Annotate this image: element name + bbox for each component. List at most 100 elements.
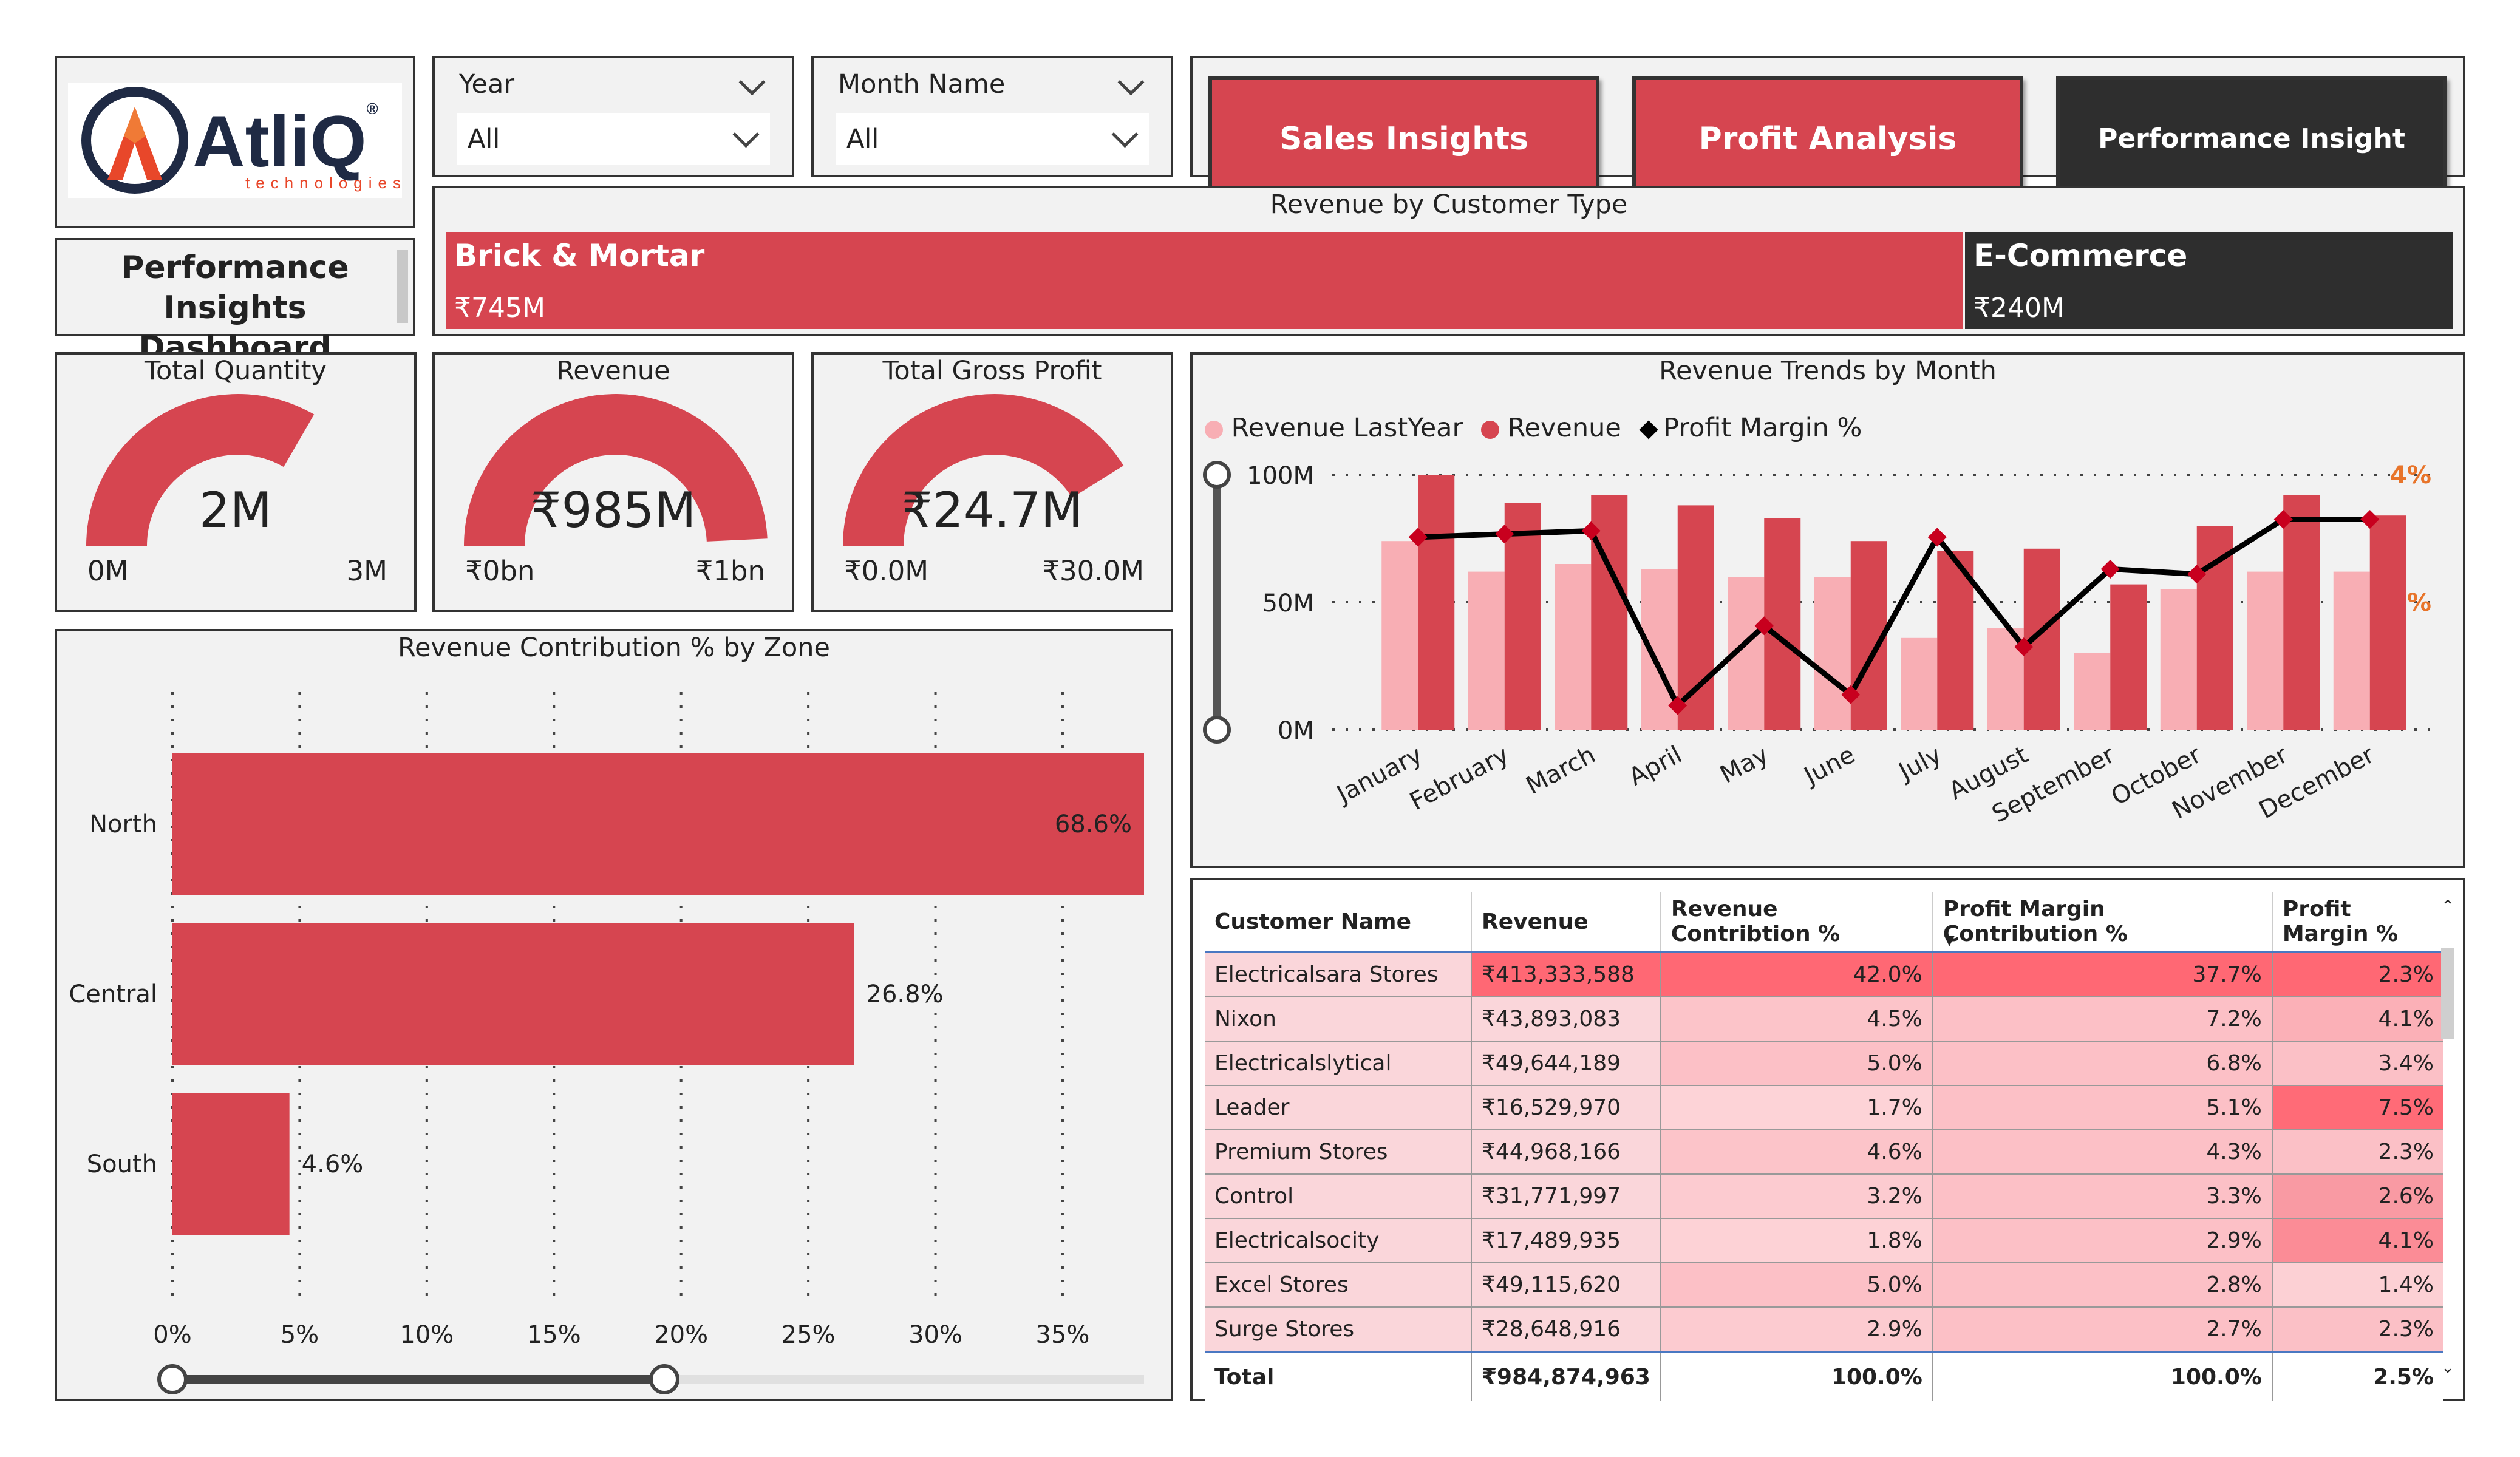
year-dropdown-value: All xyxy=(468,124,500,154)
customer-name-cell: Nixon xyxy=(1205,997,1472,1042)
chevron-down-icon[interactable] xyxy=(1111,121,1139,148)
x-tick-label: June xyxy=(1798,741,1859,791)
profit-analysis-button[interactable]: Profit Analysis xyxy=(1632,76,2023,202)
profit-margin-contribution-cell: 2.7% xyxy=(1932,1307,2273,1353)
month-dropdown[interactable]: All xyxy=(836,113,1149,165)
title-scrollbar[interactable] xyxy=(397,250,408,323)
profit-margin-contribution-cell: 4.3% xyxy=(1932,1130,2273,1175)
x-tick-label: 30% xyxy=(908,1321,962,1349)
customer-table-panel: Customer Name Revenue Revenue Contribtio… xyxy=(1190,878,2465,1401)
total-profit-margin-contribution: 100.0% xyxy=(1932,1351,2273,1401)
x-tick-label: 10% xyxy=(400,1321,454,1349)
zone-bar xyxy=(172,1093,290,1235)
quantity-kpi: Total Quantity 2M 0M 3M xyxy=(55,352,417,612)
logo-registered: ® xyxy=(366,100,378,118)
col-profit-margin[interactable]: Profit Margin % xyxy=(2272,892,2443,953)
table-row[interactable]: Electricalsocity ₹17,489,935 1.8% 2.9% 4.1% xyxy=(1205,1218,2443,1263)
x-tick-label: 0% xyxy=(153,1321,191,1349)
year-dropdown[interactable]: All xyxy=(457,113,770,165)
logo: AtliQ® technologies xyxy=(68,83,402,198)
scroll-thumb[interactable] xyxy=(2441,948,2454,1039)
profit-margin-cell: 2.3% xyxy=(2272,1130,2443,1175)
table-row[interactable]: Excel Stores ₹49,115,620 5.0% 2.8% 1.4% xyxy=(1205,1263,2443,1308)
revenue-cell: ₹17,489,935 xyxy=(1471,1218,1661,1263)
year-slicer-label: Year xyxy=(459,69,515,100)
profit-margin-contribution-cell: 7.2% xyxy=(1932,997,2273,1042)
col-revenue-contribution[interactable]: Revenue Contribtion % xyxy=(1660,892,1933,953)
col-revenue[interactable]: Revenue xyxy=(1471,892,1661,953)
table-row[interactable]: Nixon ₹43,893,083 4.5% 7.2% 4.1% xyxy=(1205,997,2443,1042)
table-header-row: Customer Name Revenue Revenue Contribtio… xyxy=(1205,892,2443,953)
revenue-trends-chart: 100M50M0M4%2%JanuaryFebruary March April Ma… xyxy=(1203,461,2431,829)
chevron-down-icon[interactable] xyxy=(732,121,760,148)
dashboard-title-panel: Performance Insights Dashboard xyxy=(55,238,415,366)
revenue-contribution-cell: 1.7% xyxy=(1660,1085,1933,1130)
atliq-logo-mark xyxy=(81,87,188,194)
table-row[interactable]: Control ₹31,771,997 3.2% 3.3% 2.6% xyxy=(1205,1174,2443,1219)
sales-insights-button[interactable]: Sales Insights xyxy=(1208,76,1599,202)
scroll-up-icon[interactable]: ⌃ xyxy=(2441,897,2454,915)
y-tick-label: 100M xyxy=(1247,462,1314,490)
chevron-down-icon[interactable] xyxy=(738,69,766,96)
customer-type-panel: Revenue by Customer Type Brick & Mortar … xyxy=(432,186,2465,336)
customer-name-cell: Premium Stores xyxy=(1205,1130,1472,1175)
quantity-kpi-min: 0M xyxy=(87,555,129,587)
profit-margin-cell: 4.1% xyxy=(2272,997,2443,1042)
x-tick-label: 25% xyxy=(782,1321,836,1349)
total-revenue: ₹984,874,963 xyxy=(1471,1351,1661,1401)
x-tick-label: 20% xyxy=(654,1321,708,1349)
profit-margin-contribution-cell: 5.1% xyxy=(1932,1085,2273,1130)
table-row[interactable]: Premium Stores ₹44,968,166 4.6% 4.3% 2.3% xyxy=(1205,1130,2443,1175)
total-revenue-contribution: 100.0% xyxy=(1660,1351,1933,1401)
customer-name-cell: Electricalslytical xyxy=(1205,1041,1472,1086)
scroll-down-icon[interactable]: ⌄ xyxy=(2441,1359,2454,1377)
col-customer-name[interactable]: Customer Name xyxy=(1205,892,1472,953)
customer-type-bar-ecommerce[interactable]: E-Commerce ₹240M xyxy=(1965,232,2453,329)
col-profit-margin-contribution[interactable]: Profit Margin Contribution % ▼ xyxy=(1932,892,2273,953)
logo-brand-text: AtliQ xyxy=(192,101,367,182)
customer-name-cell: Electricalsocity xyxy=(1205,1218,1472,1263)
bar-revenue xyxy=(2369,515,2406,730)
revenue-kpi: Revenue ₹985M ₹0bn ₹1bn xyxy=(432,352,794,612)
revenue-cell: ₹16,529,970 xyxy=(1471,1085,1661,1130)
y-range-slider-handle-bottom xyxy=(1203,716,1231,744)
bar-revenue xyxy=(2110,584,2147,730)
revenue-contribution-cell: 3.2% xyxy=(1660,1174,1933,1219)
dashboard-title-line1: Performance Insights xyxy=(121,250,349,326)
bar-revenue-lastyear xyxy=(1381,541,1418,730)
chevron-down-icon[interactable] xyxy=(1117,69,1145,96)
revenue-cell: ₹28,648,916 xyxy=(1471,1307,1661,1353)
year-slicer[interactable]: Year All xyxy=(432,56,794,177)
bar-revenue-lastyear xyxy=(1468,571,1505,730)
revenue-cell: ₹413,333,588 xyxy=(1471,952,1661,997)
quantity-kpi-max: 3M xyxy=(346,555,387,587)
revenue-cell: ₹49,644,189 xyxy=(1471,1041,1661,1086)
y-tick-label: 0M xyxy=(1278,717,1314,745)
table-row[interactable]: Surge Stores ₹28,648,916 2.9% 2.7% 2.3% xyxy=(1205,1307,2443,1353)
customer-name-cell: Control xyxy=(1205,1174,1472,1219)
performance-insight-button[interactable]: Performance Insight xyxy=(2056,76,2447,202)
customer-name-cell: Electricalsara Stores xyxy=(1205,952,1472,997)
table-row[interactable]: Electricalsara Stores ₹413,333,588 42.0% 37… xyxy=(1205,952,2443,997)
y2-tick-label: 4% xyxy=(2390,461,2431,489)
month-slicer[interactable]: Month Name All xyxy=(811,56,1173,177)
x-tick-label: March xyxy=(1522,741,1600,800)
revenue-kpi-value: ₹985M xyxy=(530,482,696,538)
zone-data-label: 26.8% xyxy=(867,980,944,1008)
sort-desc-icon[interactable]: ▼ xyxy=(1944,933,1955,948)
customer-type-value-brick: ₹745M xyxy=(454,293,545,324)
zone-data-label: 4.6% xyxy=(302,1150,364,1178)
table-row[interactable]: Leader ₹16,529,970 1.7% 5.1% 7.5% xyxy=(1205,1085,2443,1130)
profit-margin-cell: 4.1% xyxy=(2272,1218,2443,1263)
customer-type-bar-brick[interactable]: Brick & Mortar ₹745M xyxy=(446,232,1963,329)
table-row[interactable]: Electricalslytical ₹49,644,189 5.0% 6.8% 3.4… xyxy=(1205,1041,2443,1086)
revenue-cell: ₹44,968,166 xyxy=(1471,1130,1661,1175)
revenue-contribution-cell: 42.0% xyxy=(1660,952,1933,997)
profit-margin-cell: 2.3% xyxy=(2272,1307,2443,1353)
revenue-kpi-min: ₹0bn xyxy=(465,555,535,587)
month-dropdown-value: All xyxy=(846,124,879,154)
revenue-cell: ₹43,893,083 xyxy=(1471,997,1661,1042)
x-tick-label: 5% xyxy=(281,1321,319,1349)
profit-margin-contribution-cell: 3.3% xyxy=(1932,1174,2273,1219)
table-scrollbar[interactable]: ⌃ ⌄ xyxy=(2441,897,2454,1377)
